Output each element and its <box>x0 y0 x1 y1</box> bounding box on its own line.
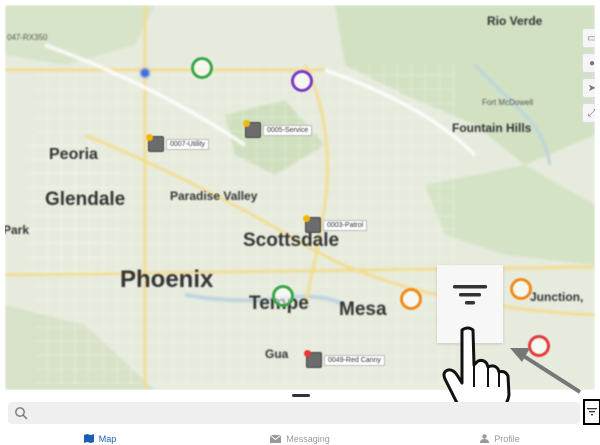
map-icon <box>83 434 94 443</box>
vehicle-marker[interactable]: 0005-Service <box>243 120 313 138</box>
location-dot-icon: ● <box>588 57 595 69</box>
envelope-icon <box>270 434 282 443</box>
tab-map[interactable]: Map <box>0 432 200 445</box>
place-label-glendale: Glendale <box>45 189 126 210</box>
fullscreen-icon: ⤢ <box>588 107 595 119</box>
person-icon <box>480 434 490 443</box>
vehicle-tag: 0005-Service <box>263 124 313 136</box>
vehicle-icon <box>146 134 164 152</box>
map-layers-button[interactable]: ▭ <box>582 28 595 48</box>
place-label-rio-verde: Rio Verde <box>487 14 543 28</box>
filter-icon <box>587 408 597 416</box>
search-input[interactable] <box>32 406 576 420</box>
tab-messaging[interactable]: Messaging <box>200 432 400 445</box>
place-label-peoria: Peoria <box>49 146 98 163</box>
status-circle-marker[interactable] <box>272 285 294 307</box>
navigation-arrow-icon: ➤ <box>587 82 595 94</box>
place-label-junction: Junction, <box>530 290 584 304</box>
filter-button[interactable] <box>583 399 600 425</box>
vehicle-icon <box>304 350 322 368</box>
sheet-drag-handle[interactable] <box>292 394 310 397</box>
place-label-paradise-valley: Paradise Valley <box>170 189 258 203</box>
tab-label: Profile <box>494 433 520 444</box>
vehicle-tag: 0049-Red Canny <box>324 354 385 366</box>
layers-icon: ▭ <box>587 32 595 44</box>
bottom-tab-bar: Map Messaging Profile <box>0 432 600 445</box>
vehicle-tag: 0003-Patrol <box>323 219 368 231</box>
status-circle-marker[interactable] <box>510 278 532 300</box>
map-navigate-button[interactable]: ➤ <box>582 78 595 98</box>
vehicle-marker[interactable]: 0003-Patrol <box>303 215 368 233</box>
filter-lines-icon <box>453 285 487 305</box>
place-label-park: Park <box>5 223 30 237</box>
tab-label: Messaging <box>286 433 330 444</box>
place-label-fountain-hills: Fountain Hills <box>452 121 532 135</box>
vehicle-marker[interactable]: 0007-Utility <box>146 134 210 152</box>
place-label-scottsdale: Scottsdale <box>243 230 340 251</box>
app-screen: 047-RX350 Rio Verde Fort McDowell Founta… <box>0 0 600 445</box>
tab-profile[interactable]: Profile <box>400 432 600 445</box>
map-fullscreen-button[interactable]: ⤢ <box>582 103 595 123</box>
vehicle-marker[interactable]: 0049-Red Canny <box>304 350 385 368</box>
place-label-phoenix: Phoenix <box>120 266 214 293</box>
tab-label: Map <box>98 433 117 444</box>
status-circle-marker[interactable] <box>528 335 550 357</box>
status-circle-marker[interactable] <box>191 57 213 79</box>
map-locate-button[interactable]: ● <box>582 53 595 73</box>
search-icon <box>15 407 28 420</box>
place-label-guadalupe: Gua <box>265 347 289 361</box>
place-label-mesa: Mesa <box>339 299 387 320</box>
vehicle-icon <box>303 215 321 233</box>
search-bar[interactable] <box>8 402 580 424</box>
place-label-fort-mcdowell: Fort McDowell <box>482 98 534 107</box>
status-circle-marker[interactable] <box>400 288 422 310</box>
vehicle-tag: 0007-Utility <box>166 138 210 150</box>
status-circle-marker[interactable] <box>291 70 313 92</box>
vehicle-icon <box>243 120 261 138</box>
road-label: 047-RX350 <box>7 33 48 42</box>
